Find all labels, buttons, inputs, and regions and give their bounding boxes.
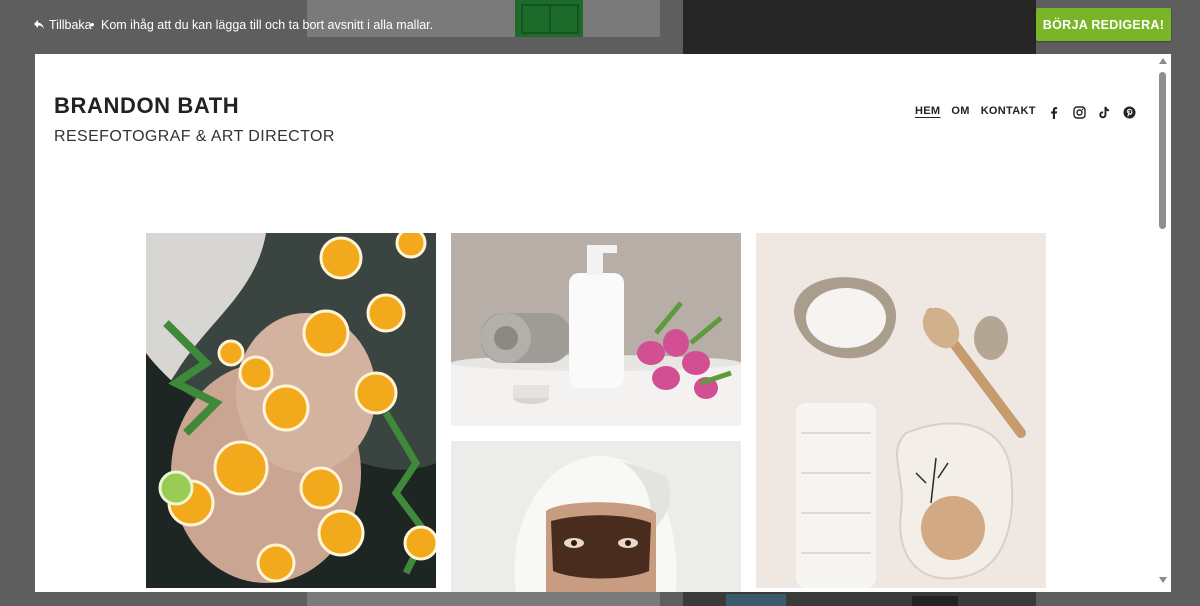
reply-arrow-icon <box>33 19 45 31</box>
preview-topbar: Tillbaka • Kom ihåg att du kan lägga til… <box>0 0 1200 50</box>
background-card <box>307 592 660 606</box>
preview-scrollbar[interactable] <box>1155 54 1171 592</box>
salt-brush-soap-photo[interactable] <box>756 233 1046 588</box>
back-label: Tillbaka <box>49 18 92 32</box>
separator-dot: • <box>90 18 95 32</box>
template-hint: Kom ihåg att du kan lägga till och ta bo… <box>101 18 434 32</box>
scroll-down-arrow-icon[interactable] <box>1159 577 1167 583</box>
face-mask-towel-photo[interactable] <box>451 441 741 592</box>
scroll-up-arrow-icon[interactable] <box>1159 58 1167 64</box>
background-button <box>912 596 958 606</box>
back-link[interactable]: Tillbaka <box>33 18 92 32</box>
towel-soap-tulips-photo[interactable] <box>451 233 741 426</box>
scroll-thumb[interactable] <box>1159 72 1166 229</box>
photo-gallery <box>35 54 1155 592</box>
orange-slices-bath-photo[interactable] <box>146 233 436 588</box>
start-editing-button[interactable]: BÖRJA REDIGERA! <box>1036 8 1171 41</box>
background-card <box>726 594 786 606</box>
site-preview-frame: BRANDON BATH RESEFOTOGRAF & ART DIRECTOR… <box>35 54 1171 592</box>
